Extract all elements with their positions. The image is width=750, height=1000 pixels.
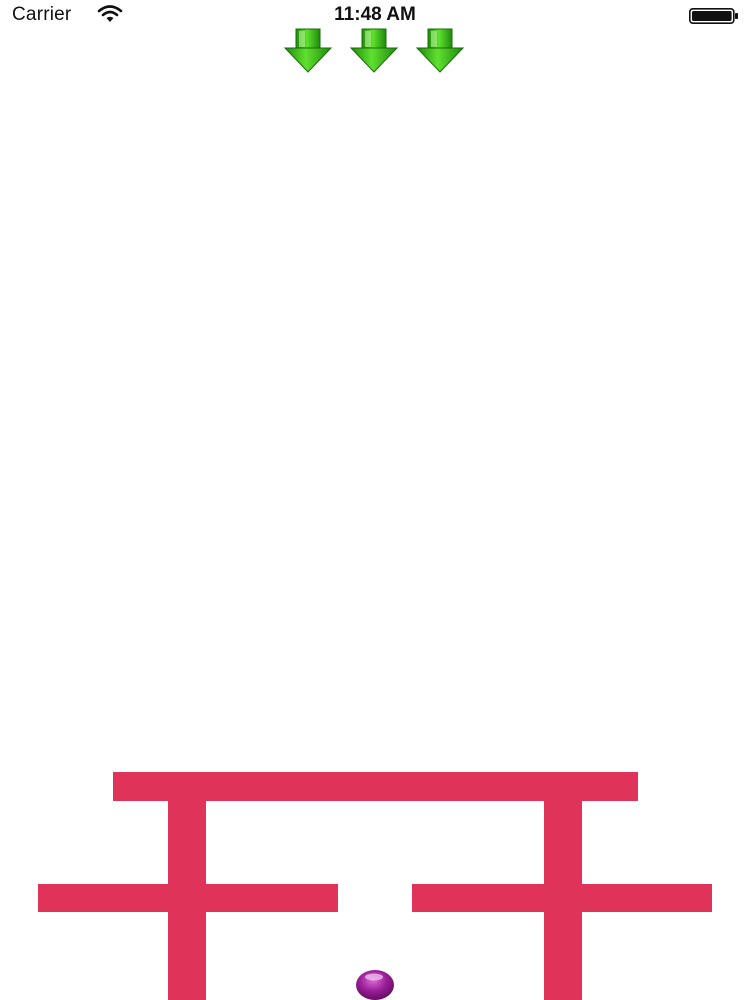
lives-indicator — [282, 28, 472, 74]
player-ball[interactable] — [355, 968, 395, 1000]
green-down-arrow-icon — [283, 28, 333, 73]
obstacle-bar-top — [113, 772, 638, 801]
green-down-arrow-icon — [349, 28, 399, 73]
obstacle-bar-left — [38, 884, 338, 912]
clock: 11:48 AM — [334, 4, 416, 25]
green-down-arrow-icon — [415, 28, 465, 73]
obstacle-bar-right — [412, 884, 712, 912]
battery-icon — [689, 8, 738, 24]
game-screen[interactable]: Carrier 11:48 AM — [0, 0, 750, 1000]
